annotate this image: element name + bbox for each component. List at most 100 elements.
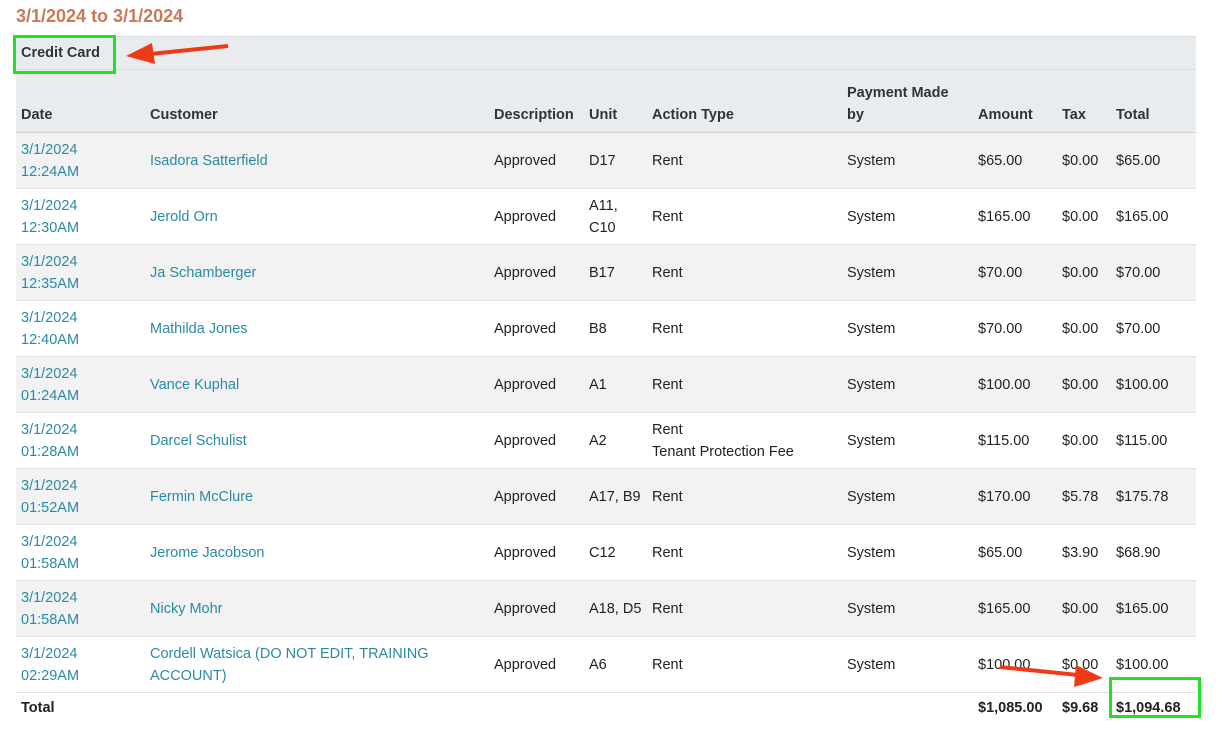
column-header-description[interactable]: Description [489,69,584,133]
column-header-date[interactable]: Date [16,69,145,133]
cell-action-type: Rent [647,468,842,525]
cell-date[interactable]: 3/1/2024 12:40AM [16,300,145,357]
totals-label: Total [21,700,55,716]
column-header-total[interactable]: Total [1111,69,1197,133]
cell-date-time[interactable]: 12:30AM [21,217,140,239]
table-row: 3/1/2024 01:28AM Darcel Schulist Approved A2… [16,412,1197,469]
cell-date[interactable]: 3/1/2024 01:28AM [16,412,145,469]
cell-date-time[interactable]: 01:58AM [21,609,140,631]
cell-tax: $5.78 [1057,468,1111,525]
cell-payment-made-by: System [842,636,973,693]
column-header-amount[interactable]: Amount [973,69,1057,133]
cell-date-time[interactable]: 12:24AM [21,161,140,183]
cell-date-day[interactable]: 3/1/2024 [21,139,140,161]
cell-date-time[interactable]: 01:52AM [21,497,140,519]
cell-date-time[interactable]: 02:29AM [21,665,140,687]
cell-date-day[interactable]: 3/1/2024 [21,195,140,217]
cell-date-time[interactable]: 01:58AM [21,553,140,575]
cell-total: $70.00 [1111,244,1197,301]
cell-customer-link[interactable]: Fermin McClure [145,468,489,525]
cell-action-type: Rent [647,132,842,189]
cell-date-day[interactable]: 3/1/2024 [21,531,140,553]
column-header-unit[interactable]: Unit [584,69,647,133]
cell-date-time[interactable]: 12:40AM [21,329,140,351]
cell-date[interactable]: 3/1/2024 12:35AM [16,244,145,301]
table-row: 3/1/2024 12:35AM Ja Schamberger Approved B17… [16,244,1197,301]
cell-description: Approved [489,300,584,357]
cell-unit-line1: A17, B9 [589,488,641,505]
cell-date-day[interactable]: 3/1/2024 [21,251,140,273]
cell-date-day[interactable]: 3/1/2024 [21,307,140,329]
cell-unit: B17 [584,244,647,301]
cell-customer-link[interactable]: Nicky Mohr [145,580,489,637]
cell-customer-link[interactable]: Vance Kuphal [145,356,489,413]
cell-date-day[interactable]: 3/1/2024 [21,475,140,497]
cell-date-day[interactable]: 3/1/2024 [21,643,140,665]
cell-customer-link[interactable]: Jerold Orn [145,188,489,245]
cell-tax: $0.00 [1057,188,1111,245]
table-row: 3/1/2024 01:24AM Vance Kuphal Approved A1 Ren… [16,356,1197,413]
cell-date[interactable]: 3/1/2024 01:58AM [16,524,145,581]
cell-unit-line1: C12 [589,544,616,561]
cell-action-type: Rent [647,188,842,245]
payment-group-label: Credit Card [16,36,1197,70]
cell-customer-link[interactable]: Ja Schamberger [145,244,489,301]
cell-action-line1: Rent [652,152,683,169]
cell-customer-link[interactable]: Mathilda Jones [145,300,489,357]
cell-customer-link[interactable]: Darcel Schulist [145,412,489,469]
cell-payment-made-by: System [842,580,973,637]
column-header-customer[interactable]: Customer [145,69,489,133]
table-row: 3/1/2024 01:52AM Fermin McClure Approved A17… [16,468,1197,525]
table-row: 3/1/2024 12:30AM Jerold Orn Approved A11, C10… [16,188,1197,245]
cell-date-day[interactable]: 3/1/2024 [21,419,140,441]
cell-date[interactable]: 3/1/2024 01:24AM [16,356,145,413]
cell-unit: A1 [584,356,647,413]
cell-date[interactable]: 3/1/2024 12:30AM [16,188,145,245]
cell-payment-made-by: System [842,356,973,413]
column-header-payment-made-by[interactable]: Payment Made by [842,69,973,133]
cell-tax: $0.00 [1057,132,1111,189]
cell-date-time[interactable]: 01:28AM [21,441,140,463]
cell-action-line1: Rent [652,208,683,225]
payment-group-row: Credit Card [16,36,1197,70]
cell-action-type: Rent [647,636,842,693]
totals-row: Total $1,085.00 $9.68 $1,094.68 [16,693,1196,724]
cell-action-type: Rent [647,356,842,413]
cell-tax: $0.00 [1057,412,1111,469]
cell-customer-link[interactable]: Isadora Satterfield [145,132,489,189]
column-header-tax[interactable]: Tax [1057,69,1111,133]
cell-customer-link[interactable]: Cordell Watsica (DO NOT EDIT, TRAINING A… [145,636,489,693]
cell-customer-link[interactable]: Jerome Jacobson [145,524,489,581]
cell-date-day[interactable]: 3/1/2024 [21,587,140,609]
cell-action-line2: Tenant Protection Fee [652,443,794,460]
cell-action-line1: Rent [652,600,683,617]
cell-amount: $65.00 [973,524,1057,581]
cell-payment-made-by: System [842,300,973,357]
cell-unit: A2 [584,412,647,469]
cell-date[interactable]: 3/1/2024 01:58AM [16,580,145,637]
cell-total: $100.00 [1111,636,1197,693]
cell-payment-made-by: System [842,412,973,469]
cell-date[interactable]: 3/1/2024 01:52AM [16,468,145,525]
cell-date[interactable]: 3/1/2024 02:29AM [16,636,145,693]
totals-grand-total: $1,094.68 [1116,700,1181,716]
cell-description: Approved [489,412,584,469]
cell-action-type: Rent [647,300,842,357]
cell-date-time[interactable]: 01:24AM [21,385,140,407]
column-header-action-type[interactable]: Action Type [647,69,842,133]
cell-unit-line1: A6 [589,656,607,673]
table-row: 3/1/2024 12:24AM Isadora Satterfield Approv… [16,132,1197,189]
cell-amount: $165.00 [973,580,1057,637]
cell-unit-line1: A18, D5 [589,600,642,617]
cell-unit-line1: A11, [589,197,618,214]
cell-action-type: Rent [647,244,842,301]
cell-unit: A17, B9 [584,468,647,525]
cell-unit: A11, C10 [584,188,647,245]
cell-date-day[interactable]: 3/1/2024 [21,363,140,385]
cell-total: $175.78 [1111,468,1197,525]
cell-unit-line2: C10 [589,219,616,236]
cell-unit: A18, D5 [584,580,647,637]
cell-date-time[interactable]: 12:35AM [21,273,140,295]
cell-date[interactable]: 3/1/2024 12:24AM [16,132,145,189]
cell-action-line1: Rent [652,264,683,281]
